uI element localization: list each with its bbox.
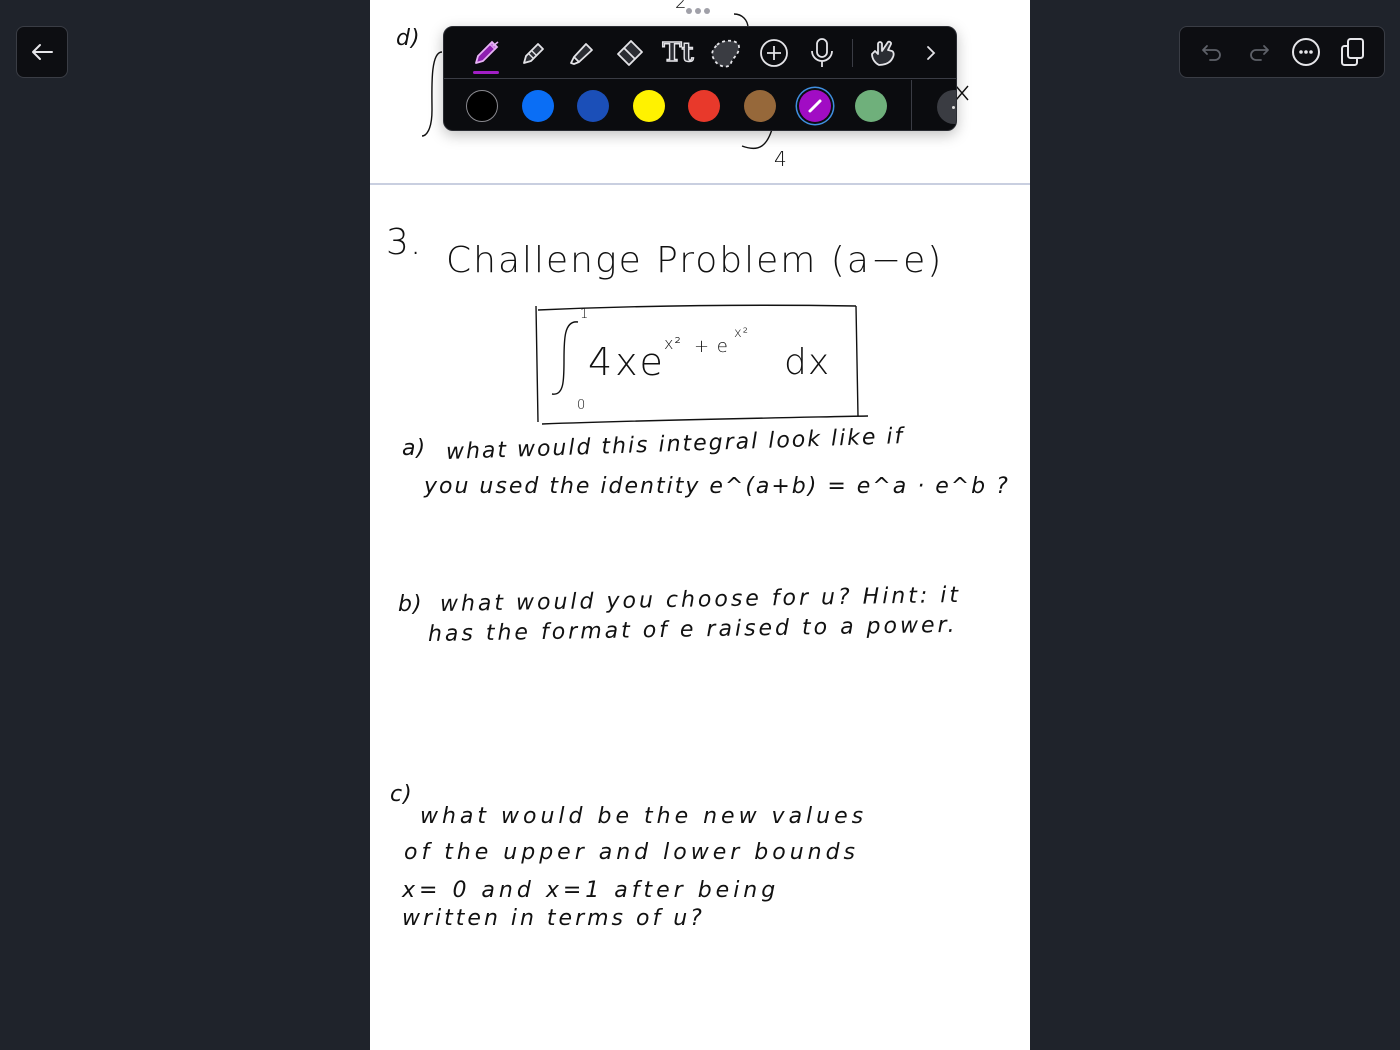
part-a-line-1: what would this integral look like if [445, 424, 905, 465]
tool-text[interactable]: Tt [654, 31, 702, 75]
pen-icon [470, 37, 502, 69]
color-swatch-brown[interactable] [743, 90, 776, 122]
copy-pages-icon [1339, 37, 1367, 67]
microphone-icon [808, 37, 836, 69]
color-swatch-green[interactable] [854, 90, 887, 122]
tool-pen[interactable] [462, 31, 510, 75]
back-button[interactable] [16, 26, 68, 78]
highlighter-icon [566, 37, 598, 69]
palette-separator [911, 80, 912, 130]
part-c-line-3: x= 0 and x=1 after being [402, 878, 780, 903]
tool-microphone[interactable] [798, 31, 846, 75]
edit-pen-icon [807, 98, 823, 114]
color-swatch-dark-blue[interactable] [577, 90, 609, 122]
integral-upper-bound: 1 [580, 307, 590, 322]
eraser-icon [614, 37, 646, 69]
text-tool-icon: Tt [662, 37, 695, 68]
undo-icon [1200, 42, 1224, 62]
part-b-line-2: has the format of e raised to a power. [427, 612, 958, 647]
toolbar-separator [852, 38, 853, 67]
part-c-line-1: what would be the new values [420, 804, 868, 829]
page-divider [370, 183, 1030, 185]
integral-dx: dx [784, 342, 831, 383]
plus-circle-icon [758, 37, 790, 69]
integrand-exponent-1: x² [664, 334, 682, 353]
tool-add[interactable] [750, 31, 798, 75]
integrand-exponent-2: x² [734, 326, 749, 341]
chevron-right-icon [921, 43, 941, 63]
tool-row: Tt [444, 27, 956, 79]
redo-icon [1247, 42, 1271, 62]
color-palette [444, 80, 956, 130]
integral-lower-bound: 0 [577, 398, 587, 413]
tool-eraser[interactable] [606, 31, 654, 75]
tool-lasso[interactable] [702, 31, 750, 75]
integrand-plus-term: + e [694, 336, 729, 357]
arrow-left-icon [30, 42, 54, 62]
pencil-icon [518, 37, 550, 69]
color-swatch-black[interactable] [466, 90, 498, 122]
notebook-page[interactable]: d) 4 2 3. Challenge Problem (a−e) 1 0 4x… [370, 0, 1030, 1050]
ellipsis-circle-icon [1291, 37, 1321, 67]
color-swatch-red[interactable] [688, 90, 720, 122]
toolbar-drag-handle[interactable] [686, 8, 710, 14]
redo-button[interactable] [1239, 32, 1279, 72]
color-swatch-purple[interactable] [799, 90, 831, 122]
part-c-label: c) [390, 782, 413, 807]
pages-button[interactable] [1333, 32, 1373, 72]
lasso-icon [709, 37, 743, 69]
integrand: 4xe [588, 340, 666, 384]
undo-button[interactable] [1192, 32, 1232, 72]
problem-title: Challenge Problem (a−e) [446, 240, 944, 281]
part-c-line-2: of the upper and lower bounds [404, 840, 860, 865]
hand-pointer-icon [867, 37, 899, 69]
actions-bar [1179, 26, 1385, 78]
color-swatch-blue[interactable] [521, 90, 554, 122]
prev-part-label: d) [396, 26, 421, 51]
part-a-label: a) [402, 436, 427, 461]
tool-touch[interactable] [859, 31, 907, 75]
tool-expand[interactable] [907, 31, 955, 75]
stroke-size-button[interactable] [937, 90, 956, 124]
tool-pencil[interactable] [510, 31, 558, 75]
more-options-button[interactable] [1286, 32, 1326, 72]
part-b-line-1: what would you choose for u? Hint: it [439, 582, 962, 617]
color-swatch-yellow[interactable] [632, 90, 665, 122]
tool-highlighter[interactable] [558, 31, 606, 75]
drawing-toolbar: Tt [443, 26, 957, 131]
problem-number: 3. [386, 222, 423, 263]
part-b-label: b) [398, 592, 423, 617]
part-a-line-2: you used the identity e^(a+b) = e^a · e^… [424, 474, 1010, 499]
part-c-line-4: written in terms of u? [402, 906, 705, 931]
